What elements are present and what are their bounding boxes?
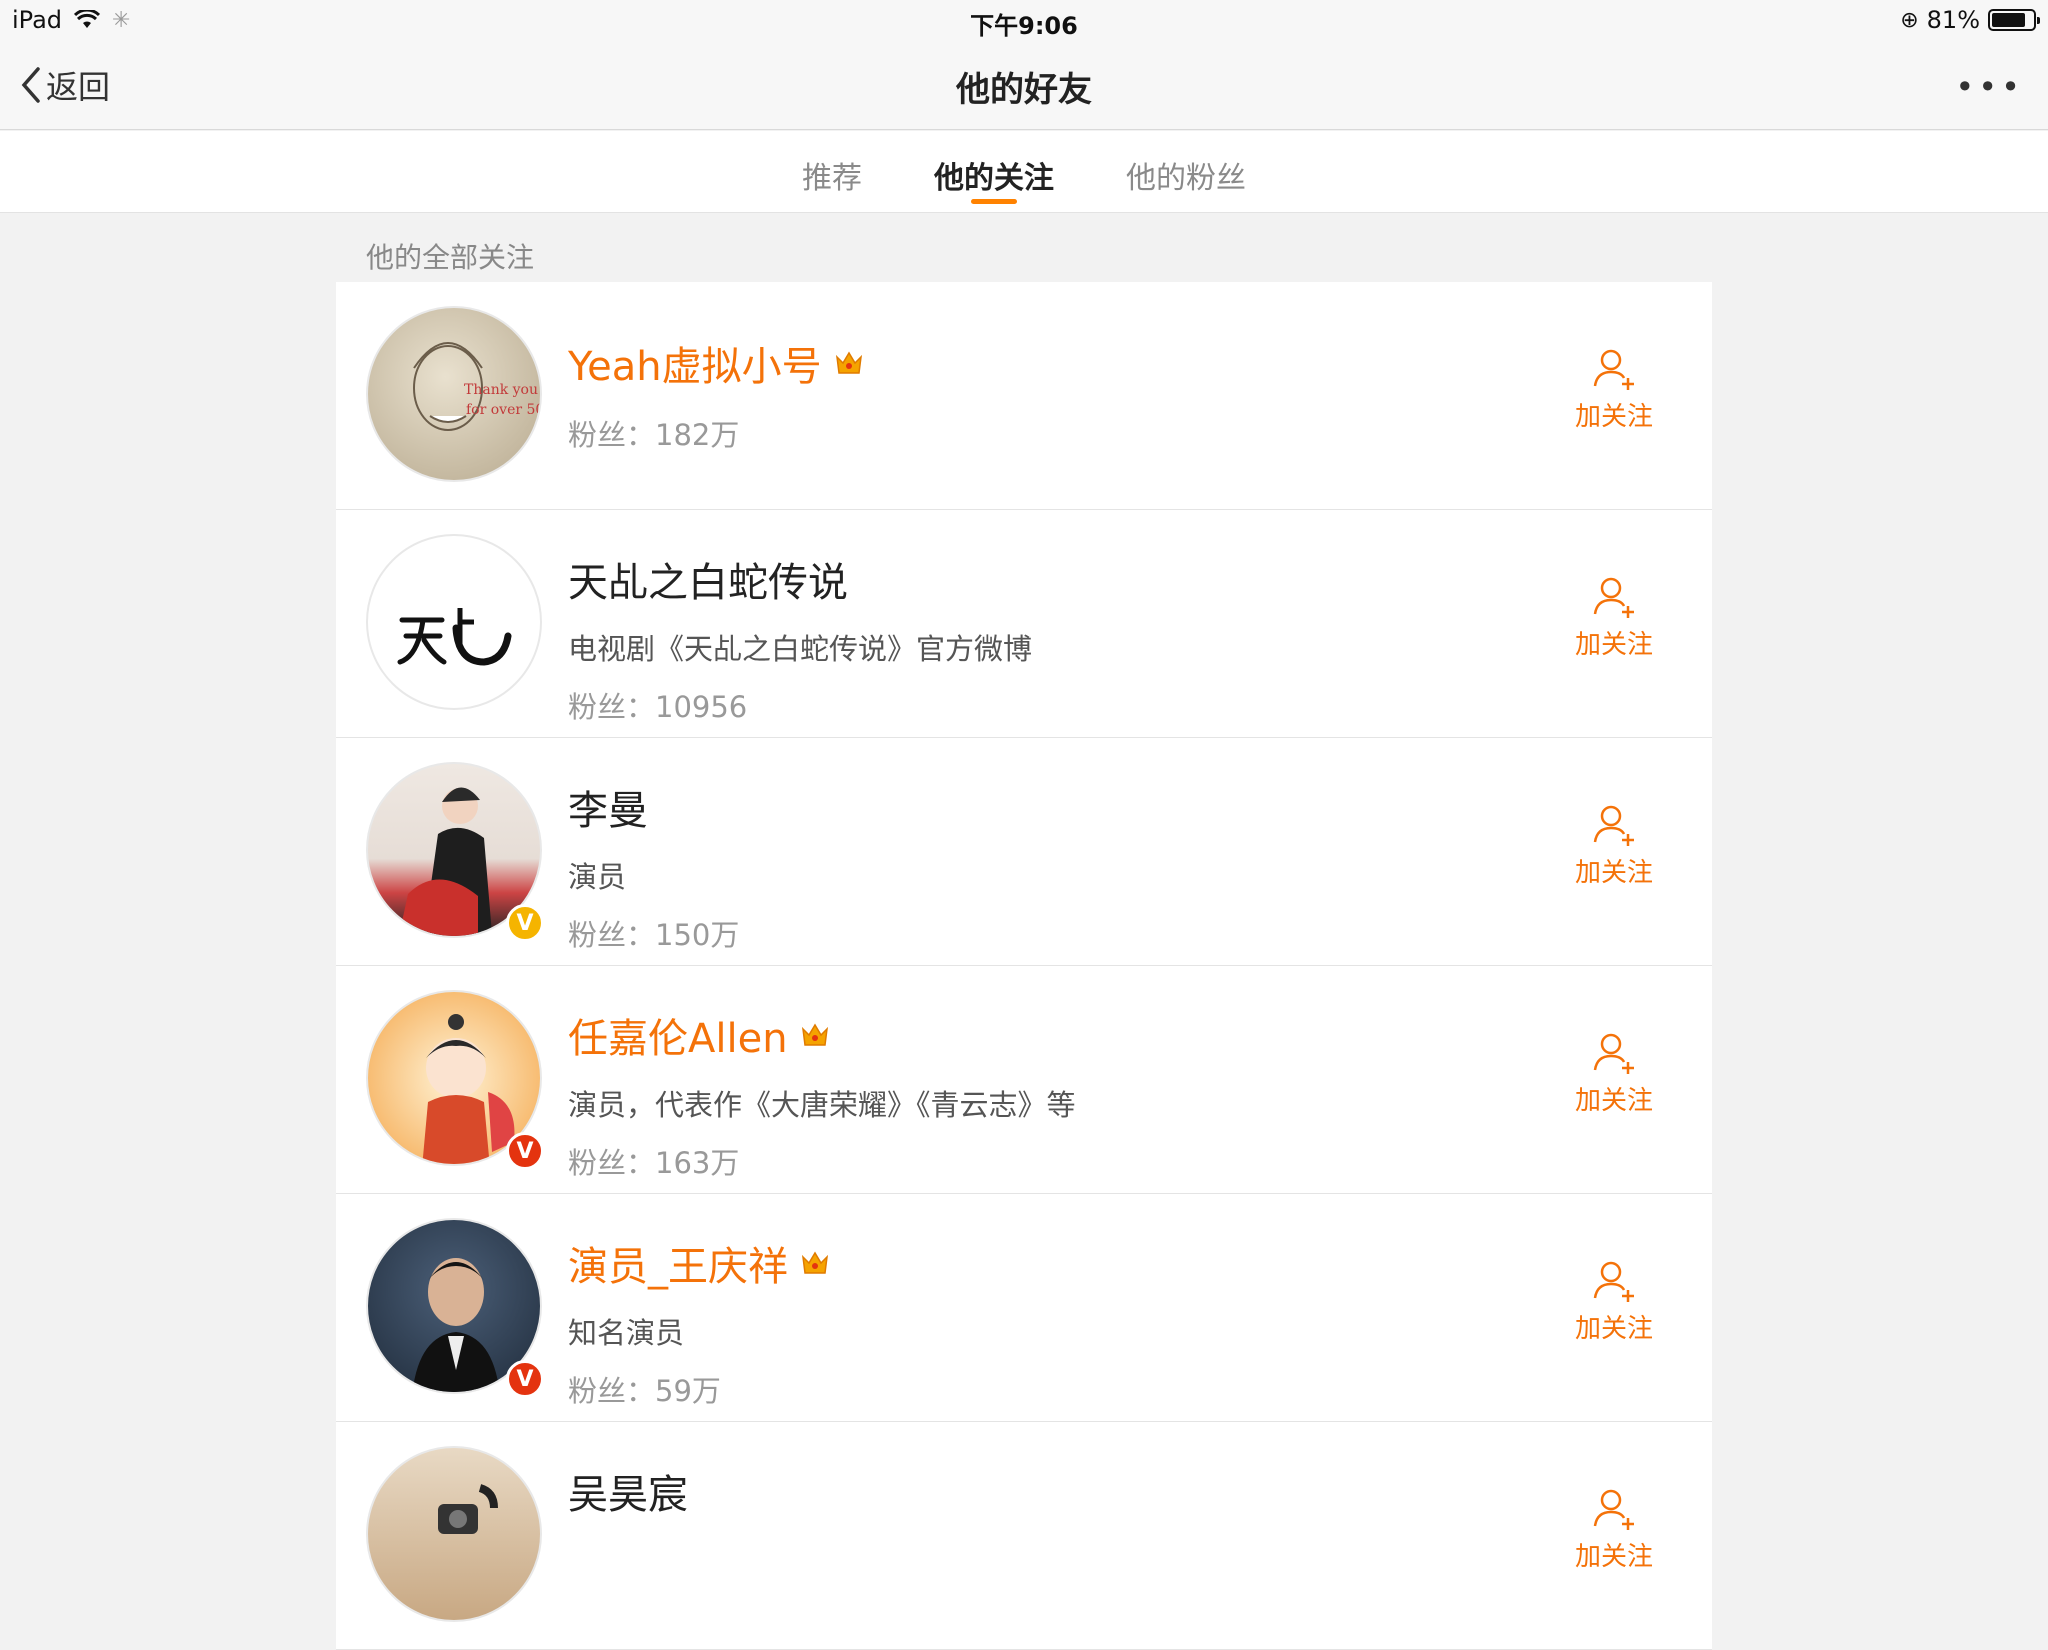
fans-count: 粉丝：182万 — [568, 418, 740, 452]
fans-count: 粉丝：163万 — [568, 1146, 740, 1180]
avatar[interactable]: Thank you for over 500! — [366, 306, 542, 482]
verified-badge-icon: V — [506, 1132, 544, 1170]
battery-icon — [1988, 9, 2040, 31]
user-name[interactable]: Yeah虚拟小号 — [568, 334, 864, 392]
tab-recommend-label: 推荐 — [802, 161, 862, 196]
list-item[interactable]: Thank you for over 500! Yeah虚拟小号 粉丝：182万… — [336, 282, 1712, 510]
follow-button[interactable]: 加关注 — [1564, 1258, 1664, 1345]
more-button[interactable]: ••• — [1955, 68, 2024, 106]
add-user-icon — [1593, 1489, 1634, 1530]
fans-count: 粉丝：150万 — [568, 918, 740, 952]
user-name-text: 任嘉伦Allen — [568, 1016, 788, 1062]
tab-following-label: 他的关注 — [934, 161, 1054, 196]
follow-button[interactable]: 加关注 — [1564, 802, 1664, 889]
tab-recommend[interactable]: 推荐 — [802, 131, 862, 212]
user-name-text: 天乩之白蛇传说 — [568, 560, 848, 606]
follow-label: 加关注 — [1574, 402, 1653, 432]
user-description: 知名演员 — [568, 1316, 685, 1350]
avatar[interactable] — [366, 1446, 542, 1622]
active-tab-indicator — [971, 199, 1017, 204]
user-name-text: 吴昊宸 — [568, 1472, 688, 1518]
list-item[interactable]: 吴昊宸 加关注 — [336, 1422, 1712, 1650]
status-bar: iPad ✳ 下午9:06 ⊕ 81% — [0, 0, 2048, 42]
tab-followers[interactable]: 他的粉丝 — [1126, 131, 1246, 212]
follow-label: 加关注 — [1574, 630, 1653, 660]
vip-crown-icon — [801, 1023, 828, 1046]
add-user-icon — [1593, 805, 1634, 846]
user-description: 演员 — [568, 860, 627, 894]
user-description: 演员，代表作《大唐荣耀》《青云志》等 — [568, 1088, 1076, 1122]
rotation-lock-icon: ⊕ — [1900, 7, 1919, 33]
follow-label: 加关注 — [1574, 858, 1653, 888]
add-user-icon — [1593, 349, 1634, 390]
nav-bar: 返回 他的好友 ••• — [0, 42, 2048, 130]
add-user-icon — [1593, 1261, 1634, 1302]
battery-percent: 81% — [1926, 6, 1980, 34]
user-name-text: Yeah虚拟小号 — [568, 344, 822, 390]
follow-label: 加关注 — [1574, 1314, 1653, 1344]
user-name-text: 李曼 — [568, 788, 648, 834]
vip-crown-icon — [835, 351, 862, 374]
user-name[interactable]: 演员_王庆祥 — [568, 1234, 830, 1292]
list-item[interactable]: V 演员_王庆祥 知名演员 粉丝：59万 加关注 — [336, 1194, 1712, 1422]
vip-crown-icon — [801, 1251, 829, 1274]
list-item[interactable]: V 李曼 演员 粉丝：150万 加关注 — [336, 738, 1712, 966]
user-description: 电视剧《天乩之白蛇传说》官方微博 — [568, 632, 1033, 666]
tab-bar: 推荐 他的关注 他的粉丝 — [0, 131, 2048, 213]
user-name[interactable]: 任嘉伦Allen — [568, 1006, 1076, 1064]
follow-button[interactable]: 加关注 — [1564, 346, 1664, 433]
list-item[interactable]: V 任嘉伦Allen 演员，代表作《大唐荣耀》《青云志》等 粉丝：163万 加关… — [336, 966, 1712, 1194]
user-name[interactable]: 吴昊宸 — [568, 1462, 688, 1520]
tab-following[interactable]: 他的关注 — [934, 131, 1054, 212]
follow-button[interactable]: 加关注 — [1564, 1486, 1664, 1573]
user-name[interactable]: 李曼 — [568, 778, 739, 836]
section-title: 他的全部关注 — [366, 241, 535, 274]
fans-count: 粉丝：10956 — [568, 690, 748, 724]
verified-badge-icon: V — [506, 904, 544, 942]
user-name[interactable]: 天乩之白蛇传说 — [568, 550, 1032, 608]
status-time: 下午9:06 — [970, 12, 1078, 40]
follow-label: 加关注 — [1574, 1542, 1653, 1572]
tab-followers-label: 他的粉丝 — [1126, 161, 1246, 196]
fans-count: 粉丝：59万 — [568, 1374, 721, 1408]
svg-text:for over 500!: for over 500! — [466, 402, 542, 418]
avatar[interactable] — [366, 534, 542, 710]
following-list: Thank you for over 500! Yeah虚拟小号 粉丝：182万… — [336, 282, 1712, 1650]
follow-button[interactable]: 加关注 — [1564, 574, 1664, 661]
user-name-text: 演员_王庆祥 — [568, 1244, 788, 1290]
follow-label: 加关注 — [1574, 1086, 1653, 1116]
add-user-icon — [1593, 577, 1634, 618]
svg-text:Thank you: Thank you — [464, 382, 538, 398]
add-user-icon — [1593, 1033, 1634, 1074]
follow-button[interactable]: 加关注 — [1564, 1030, 1664, 1117]
verified-badge-icon: V — [506, 1360, 544, 1398]
list-item[interactable]: 天乩之白蛇传说 电视剧《天乩之白蛇传说》官方微博 粉丝：10956 加关注 — [336, 510, 1712, 738]
page-title: 他的好友 — [956, 70, 1092, 110]
